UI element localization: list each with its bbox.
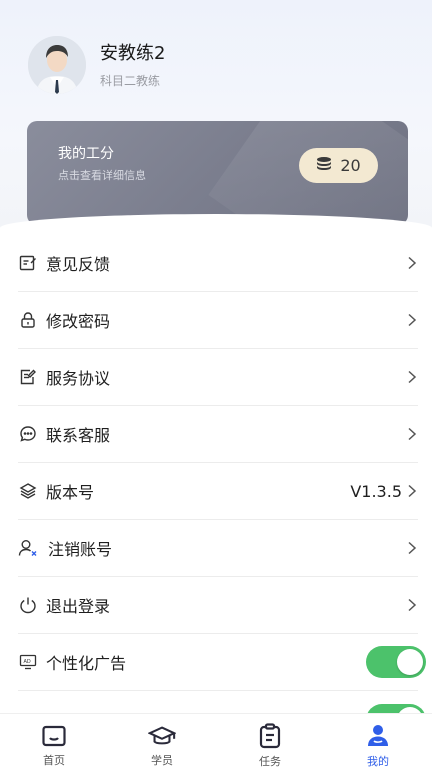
menu-item-contact-service[interactable]: 联系客服: [18, 406, 418, 463]
svg-text:AD: AD: [24, 659, 31, 665]
menu-label: 意见反馈: [46, 255, 111, 274]
feedback-icon: [18, 253, 38, 273]
chevron-right-icon: [408, 370, 417, 384]
avatar[interactable]: [28, 36, 86, 94]
layers-icon: [18, 481, 38, 501]
menu-item-service-agreement[interactable]: 服务协议: [18, 349, 418, 406]
menu-label: 联系客服: [46, 426, 111, 445]
person-icon: [364, 723, 392, 749]
tab-label: 任务: [259, 755, 281, 768]
points-value: 20: [340, 156, 361, 175]
tab-mine[interactable]: 我的: [324, 714, 432, 768]
menu-label: 服务协议: [46, 369, 111, 388]
tab-label: 我的: [367, 755, 389, 768]
menu-item-version[interactable]: 版本号 V1.3.5: [18, 463, 418, 520]
menu-label: 注销账号: [48, 540, 113, 559]
menu-item-delete-account[interactable]: 注销账号: [18, 520, 418, 577]
points-badge[interactable]: 20: [299, 148, 378, 183]
chevron-right-icon: [408, 256, 417, 270]
chat-bubble-icon: [18, 424, 38, 444]
points-card[interactable]: 我的工分 点击查看详细信息 20: [27, 121, 408, 225]
version-value: V1.3.5: [350, 481, 402, 501]
chevron-right-icon: [408, 484, 417, 498]
ad-icon: AD: [18, 652, 38, 672]
power-icon: [18, 595, 38, 615]
menu-label: 个性化广告: [46, 654, 127, 673]
tab-label: 学员: [151, 754, 173, 767]
chevron-right-icon: [408, 541, 417, 555]
user-name: 安教练2: [100, 42, 166, 64]
user-avatar-icon: [28, 36, 86, 94]
chevron-right-icon: [408, 598, 417, 612]
clipboard-icon: [256, 723, 284, 749]
tab-students[interactable]: 学员: [108, 714, 216, 768]
home-icon: [40, 723, 68, 748]
points-title: 我的工分: [58, 146, 114, 162]
bottom-tab-bar: 首页 学员 任务 我的: [0, 713, 432, 768]
personalized-ads-toggle[interactable]: [366, 646, 426, 678]
menu-item-change-password[interactable]: 修改密码: [18, 292, 418, 349]
menu-item-personalized-ads: AD 个性化广告: [18, 634, 426, 691]
coin-stack-icon: [316, 156, 332, 176]
tab-home[interactable]: 首页: [0, 714, 108, 768]
menu-item-feedback[interactable]: 意见反馈: [18, 235, 418, 292]
menu-item-logout[interactable]: 退出登录: [18, 577, 418, 634]
points-subtitle: 点击查看详细信息: [58, 169, 146, 182]
menu-label: 修改密码: [46, 312, 111, 331]
menu-label: 退出登录: [46, 597, 111, 616]
chevron-right-icon: [408, 427, 417, 441]
profile-section: 安教练2 科目二教练: [28, 36, 165, 94]
user-remove-icon: [18, 538, 38, 558]
menu-label: 版本号: [46, 483, 95, 502]
lock-icon: [18, 310, 38, 330]
graduation-cap-icon: [148, 723, 176, 748]
tab-label: 首页: [43, 754, 65, 767]
agreement-icon: [18, 367, 38, 387]
tab-tasks[interactable]: 任务: [216, 714, 324, 768]
chevron-right-icon: [408, 313, 417, 327]
user-role: 科目二教练: [100, 73, 161, 88]
toggle-knob: [397, 649, 423, 675]
